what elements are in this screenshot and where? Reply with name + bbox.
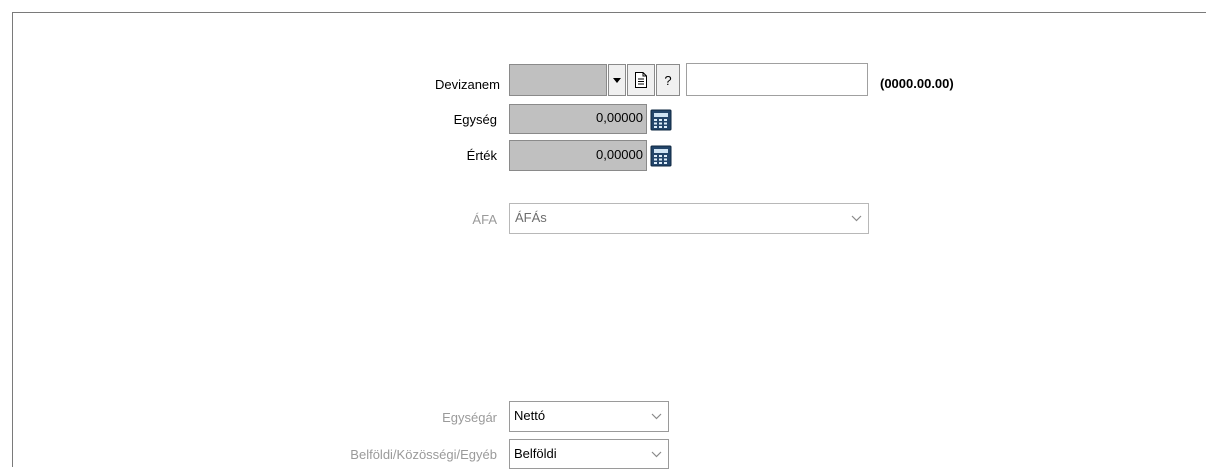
- egyseg-field[interactable]: 0,00000: [509, 104, 647, 134]
- belfoldi-label: Belföldi/Közösségi/Egyéb: [350, 447, 497, 462]
- belfoldi-select[interactable]: Belföldi: [509, 439, 669, 469]
- dropdown-arrow-icon: [613, 77, 621, 83]
- chevron-down-icon: [851, 215, 862, 222]
- belfoldi-select-value: Belföldi: [514, 446, 557, 461]
- egyseg-calculator-button[interactable]: [650, 109, 672, 131]
- egysegar-select[interactable]: Nettó: [509, 401, 669, 432]
- egysegar-label: Egységár: [442, 410, 497, 425]
- ertek-label: Érték: [466, 148, 497, 163]
- ertek-calculator-button[interactable]: [650, 145, 672, 167]
- chevron-down-icon: [651, 413, 662, 420]
- afa-label: ÁFA: [472, 212, 497, 227]
- afa-select-value: ÁFÁs: [515, 210, 547, 225]
- devizanem-dropdown-button[interactable]: [608, 64, 626, 96]
- egysegar-select-value: Nettó: [514, 408, 546, 423]
- calculator-icon: [650, 145, 672, 167]
- afa-select[interactable]: ÁFÁs: [509, 203, 869, 234]
- devizanem-help-button[interactable]: ?: [656, 64, 680, 96]
- calculator-icon: [650, 109, 672, 131]
- egyseg-label: Egység: [453, 112, 497, 127]
- chevron-down-icon: [651, 451, 662, 458]
- document-icon: [635, 72, 647, 88]
- devizanem-label: Devizanem: [434, 77, 500, 92]
- devizanem-date-format: (0000.00.00): [880, 76, 954, 91]
- devizanem-name-field[interactable]: [686, 63, 868, 96]
- devizanem-code-field[interactable]: [509, 64, 607, 96]
- devizanem-document-button[interactable]: [627, 64, 655, 96]
- ertek-field[interactable]: 0,00000: [509, 140, 647, 171]
